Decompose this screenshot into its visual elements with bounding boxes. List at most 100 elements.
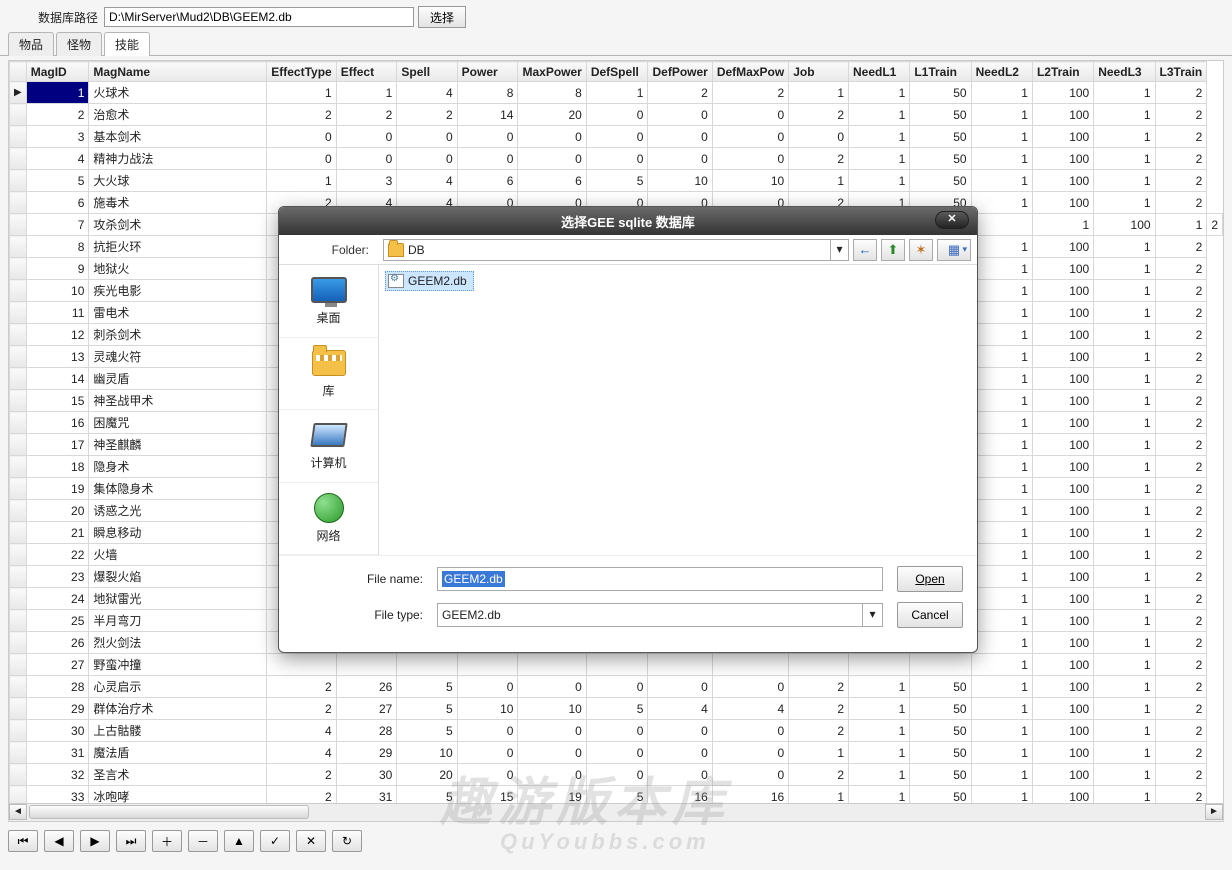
file-list[interactable]: GEEM2.db (379, 265, 977, 555)
cell[interactable]: 20 (26, 500, 89, 522)
cell[interactable]: 0 (648, 148, 712, 170)
cell[interactable]: 2 (648, 82, 712, 104)
cell[interactable]: 1 (267, 82, 336, 104)
cell[interactable]: 30 (336, 764, 397, 786)
cell[interactable]: 2 (26, 104, 89, 126)
cancel-button[interactable]: Cancel (897, 602, 963, 628)
cell[interactable]: 0 (457, 742, 518, 764)
cell[interactable]: 1 (1094, 632, 1155, 654)
cell[interactable]: 0 (336, 148, 397, 170)
cell[interactable]: 0 (457, 676, 518, 698)
cell[interactable]: 1 (1094, 82, 1155, 104)
cell[interactable]: 100 (1032, 126, 1093, 148)
cell[interactable]: 14 (457, 104, 518, 126)
cell[interactable]: 50 (910, 126, 971, 148)
cell[interactable]: 26 (336, 676, 397, 698)
cell[interactable]: 5 (397, 676, 457, 698)
cell[interactable]: 隐身术 (89, 456, 267, 478)
cell[interactable]: 50 (910, 786, 971, 805)
nav-last-button[interactable]: ⏭ (116, 830, 146, 852)
cell[interactable]: 半月弯刀 (89, 610, 267, 632)
cell[interactable]: 2 (1155, 742, 1207, 764)
cell[interactable]: 1 (971, 566, 1032, 588)
cell[interactable]: 100 (1032, 302, 1093, 324)
cell[interactable]: 2 (712, 82, 788, 104)
cell[interactable]: 2 (1155, 236, 1207, 258)
cell[interactable]: 大火球 (89, 170, 267, 192)
cell[interactable]: 100 (1032, 566, 1093, 588)
cell[interactable]: 2 (789, 698, 849, 720)
cell[interactable]: 0 (518, 676, 586, 698)
cell[interactable]: 2 (789, 764, 849, 786)
cell[interactable]: 100 (1032, 390, 1093, 412)
cell[interactable]: 17 (26, 434, 89, 456)
cell[interactable]: 1 (1094, 500, 1155, 522)
cell[interactable]: 25 (26, 610, 89, 632)
cell[interactable]: 0 (586, 676, 648, 698)
cell[interactable]: 1 (1032, 214, 1093, 236)
cell[interactable]: 50 (910, 764, 971, 786)
cell[interactable]: 20 (397, 764, 457, 786)
cell[interactable]: 1 (849, 786, 910, 805)
cell[interactable] (397, 654, 457, 676)
cell[interactable]: 0 (397, 126, 457, 148)
cell[interactable]: 0 (267, 148, 336, 170)
cell[interactable]: 2 (1155, 698, 1207, 720)
cell[interactable]: 2 (1155, 720, 1207, 742)
cell[interactable]: 11 (26, 302, 89, 324)
cell[interactable]: 0 (457, 764, 518, 786)
column-header[interactable]: L1Train (910, 62, 971, 82)
scroll-right-button[interactable]: ► (1205, 804, 1223, 820)
cell[interactable]: 8 (518, 82, 586, 104)
cell[interactable]: 27 (26, 654, 89, 676)
cell[interactable]: 31 (336, 786, 397, 805)
cell[interactable]: 3 (336, 170, 397, 192)
cell[interactable]: 5 (397, 698, 457, 720)
cell[interactable]: 100 (1032, 610, 1093, 632)
cell[interactable]: 0 (267, 126, 336, 148)
column-header[interactable]: L2Train (1032, 62, 1093, 82)
column-header[interactable]: Effect (336, 62, 397, 82)
filename-input[interactable]: GEEM2.db (437, 567, 883, 591)
cell[interactable]: 1 (1094, 456, 1155, 478)
nav-cancel-button[interactable]: ✕ (296, 830, 326, 852)
cell[interactable] (712, 654, 788, 676)
cell[interactable]: 0 (586, 126, 648, 148)
cell[interactable]: 10 (712, 170, 788, 192)
cell[interactable]: 0 (518, 764, 586, 786)
cell[interactable]: 1 (1094, 522, 1155, 544)
cell[interactable]: 1 (789, 170, 849, 192)
cell[interactable]: 1 (1094, 104, 1155, 126)
cell[interactable]: 2 (789, 720, 849, 742)
cell[interactable]: 2 (1155, 588, 1207, 610)
nav-refresh-button[interactable]: ↻ (332, 830, 362, 852)
cell[interactable]: 4 (267, 742, 336, 764)
cell[interactable]: 1 (971, 610, 1032, 632)
cell[interactable]: 2 (1155, 368, 1207, 390)
cell[interactable]: 33 (26, 786, 89, 805)
cell[interactable]: 0 (648, 720, 712, 742)
file-item[interactable]: GEEM2.db (385, 271, 474, 291)
nav-next-button[interactable]: ▶ (80, 830, 110, 852)
cell[interactable]: 1 (849, 148, 910, 170)
cell[interactable]: 6 (457, 170, 518, 192)
cell[interactable]: 20 (518, 104, 586, 126)
cell[interactable]: 100 (1032, 82, 1093, 104)
nav-add-button[interactable]: ＋ (152, 830, 182, 852)
cell[interactable]: 16 (26, 412, 89, 434)
cell[interactable]: 2 (267, 786, 336, 805)
cell[interactable]: 12 (26, 324, 89, 346)
db-path-input[interactable] (104, 7, 414, 27)
cell[interactable]: 2 (1155, 390, 1207, 412)
column-header[interactable]: MagID (26, 62, 89, 82)
cell[interactable]: 100 (1032, 104, 1093, 126)
place-comp[interactable]: 计算机 (279, 410, 378, 483)
cell[interactable]: 1 (971, 456, 1032, 478)
column-header[interactable]: DefSpell (586, 62, 648, 82)
cell[interactable]: 100 (1032, 434, 1093, 456)
cell[interactable]: 2 (1155, 258, 1207, 280)
cell[interactable]: 0 (586, 104, 648, 126)
cell[interactable]: 0 (712, 104, 788, 126)
cell[interactable]: 诱惑之光 (89, 500, 267, 522)
cell[interactable]: 50 (910, 698, 971, 720)
